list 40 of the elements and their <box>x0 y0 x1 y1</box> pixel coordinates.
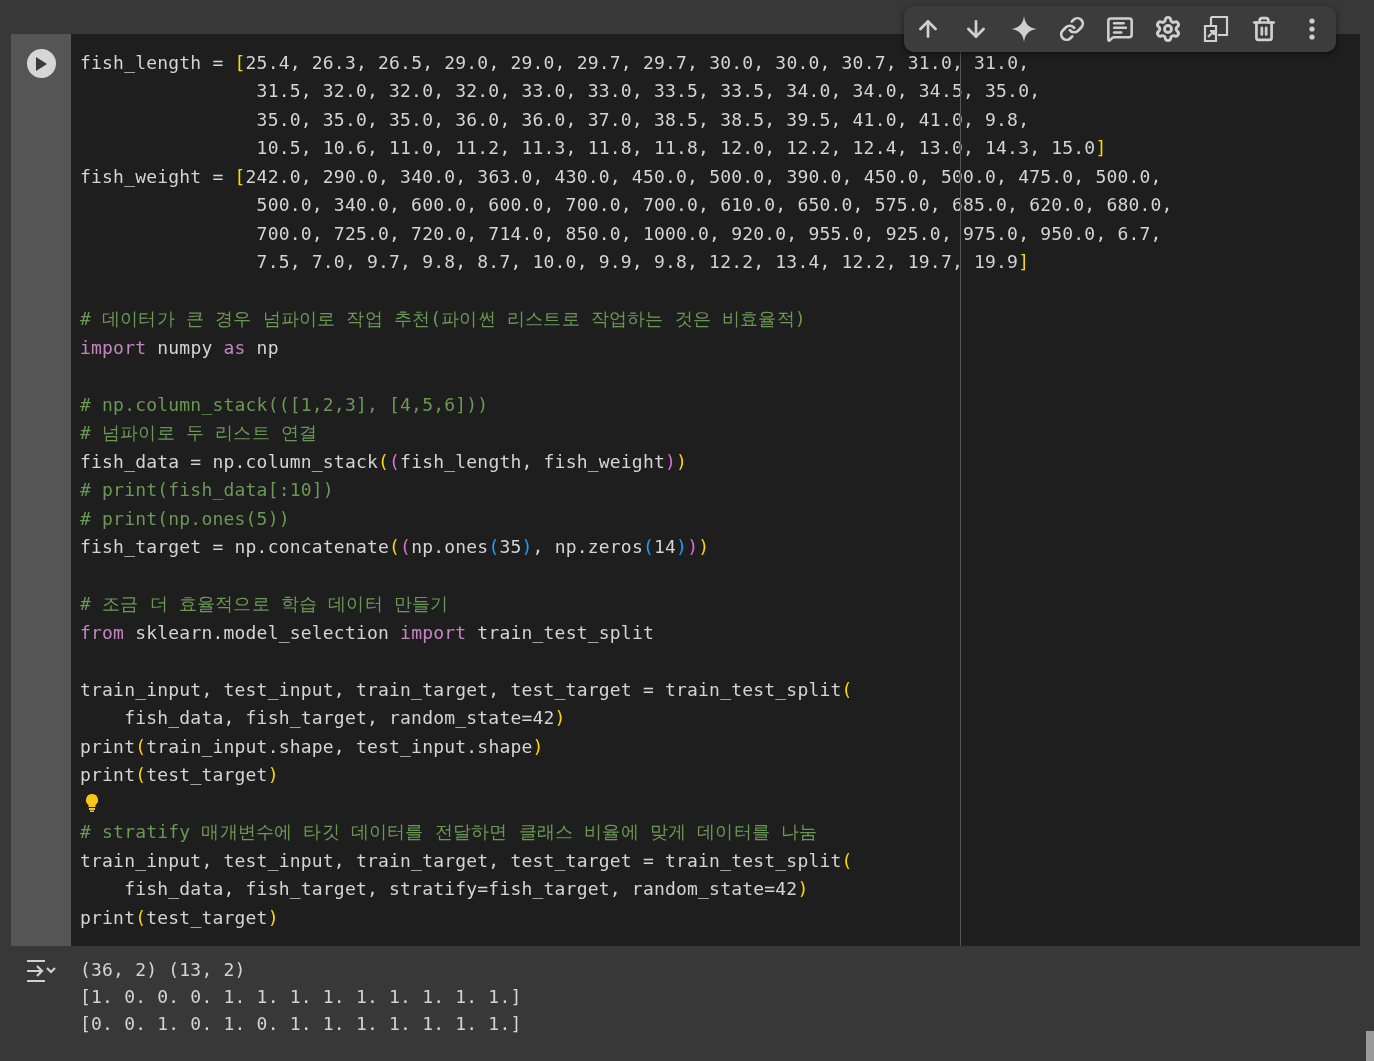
code-line: 700.0, 725.0, 720.0, 714.0, 850.0, 1000.0, 920.0, 955.0, 925.0, 975.0, 950.0, 6.7, <box>255 221 1162 246</box>
more-icon <box>1309 18 1315 40</box>
code-line: from sklearn.model_selection import train_test_split <box>80 620 654 645</box>
code-line: train_input, test_input, train_target, test_target = train_test_split( <box>80 848 853 873</box>
code-line: train_input, test_input, train_target, test_target = train_test_split( <box>80 677 853 702</box>
code-line: # stratify 매개변수에 타깃 데이터를 전달하면 클래스 비율에 맞게 데이터를 나눔 <box>80 820 818 845</box>
run-button[interactable] <box>26 49 56 78</box>
code-line: 500.0, 340.0, 600.0, 600.0, 700.0, 700.0, 610.0, 650.0, 575.0, 685.0, 620.0, 680.0, <box>255 193 1173 218</box>
play-icon <box>35 56 47 71</box>
output-line: [0. 0. 1. 0. 1. 0. 1. 1. 1. 1. 1. 1. 1.] <box>80 1011 522 1036</box>
code-line: 7.5, 7.0, 9.7, 9.8, 8.7, 10.0, 9.9, 9.8, 12.2, 13.4, 12.2, 19.7, 19.9] <box>255 250 1030 275</box>
code-line: fish_data, fish_target, random_state=42) <box>123 706 566 731</box>
code-line: print(test_target) <box>80 763 279 788</box>
output-toggle-icon[interactable] <box>25 957 57 984</box>
code-line: 31.5, 32.0, 32.0, 32.0, 33.0, 33.0, 33.5, 33.5, 34.0, 34.0, 34.5, 35.0, <box>255 79 1041 104</box>
code-line: # print(fish_data[:10]) <box>80 478 334 503</box>
code-editor[interactable] <box>71 34 1360 946</box>
code-line: # 데이터가 큰 경우 넘파이로 작업 추천(파이썬 리스트로 작업하는 것은 비효율적) <box>80 307 806 332</box>
code-line: fish_data = np.column_stack((fish_length, fish_weight)) <box>80 449 688 474</box>
comment-icon <box>1106 15 1134 43</box>
code-line: # print(np.ones(5)) <box>80 506 290 531</box>
sparkle-icon <box>1011 16 1037 42</box>
code-line: fish_length = [25.4, 26.3, 26.5, 29.0, 29.0, 29.7, 29.7, 30.0, 30.0, 30.7, 31.0, 31.0, <box>80 50 1030 75</box>
code-line: # 조금 더 효율적으로 학습 데이터 만들기 <box>80 592 449 617</box>
scrollbar-thumb <box>1366 1031 1374 1061</box>
lightbulb-icon[interactable] <box>84 793 100 814</box>
code-line: print(test_target) <box>80 905 279 930</box>
code-line: fish_weight = [242.0, 290.0, 340.0, 363.0, 430.0, 450.0, 500.0, 390.0, 450.0, 500.0, 475.0, 500.0, <box>80 164 1162 189</box>
code-line: print(train_input.shape, test_input.shape) <box>80 734 544 759</box>
code-line: fish_data, fish_target, stratify=fish_target, random_state=42) <box>123 877 809 902</box>
output-line: (36, 2) (13, 2) <box>80 957 247 982</box>
link-icon <box>1059 16 1085 42</box>
settings-icon <box>1154 15 1182 43</box>
code-line: import numpy as np <box>80 335 279 360</box>
window-arrow-icon <box>1203 15 1229 43</box>
code-line: fish_target = np.concatenate((np.ones(35), np.zeros(14))) <box>80 535 710 560</box>
trash-icon <box>1251 16 1277 42</box>
code-line: # np.column_stack(([1,2,3], [4,5,6])) <box>80 392 489 417</box>
output-line: [1. 0. 0. 0. 1. 1. 1. 1. 1. 1. 1. 1. 1.] <box>80 984 522 1009</box>
code-line: # 넘파이로 두 리스트 연결 <box>80 421 318 446</box>
